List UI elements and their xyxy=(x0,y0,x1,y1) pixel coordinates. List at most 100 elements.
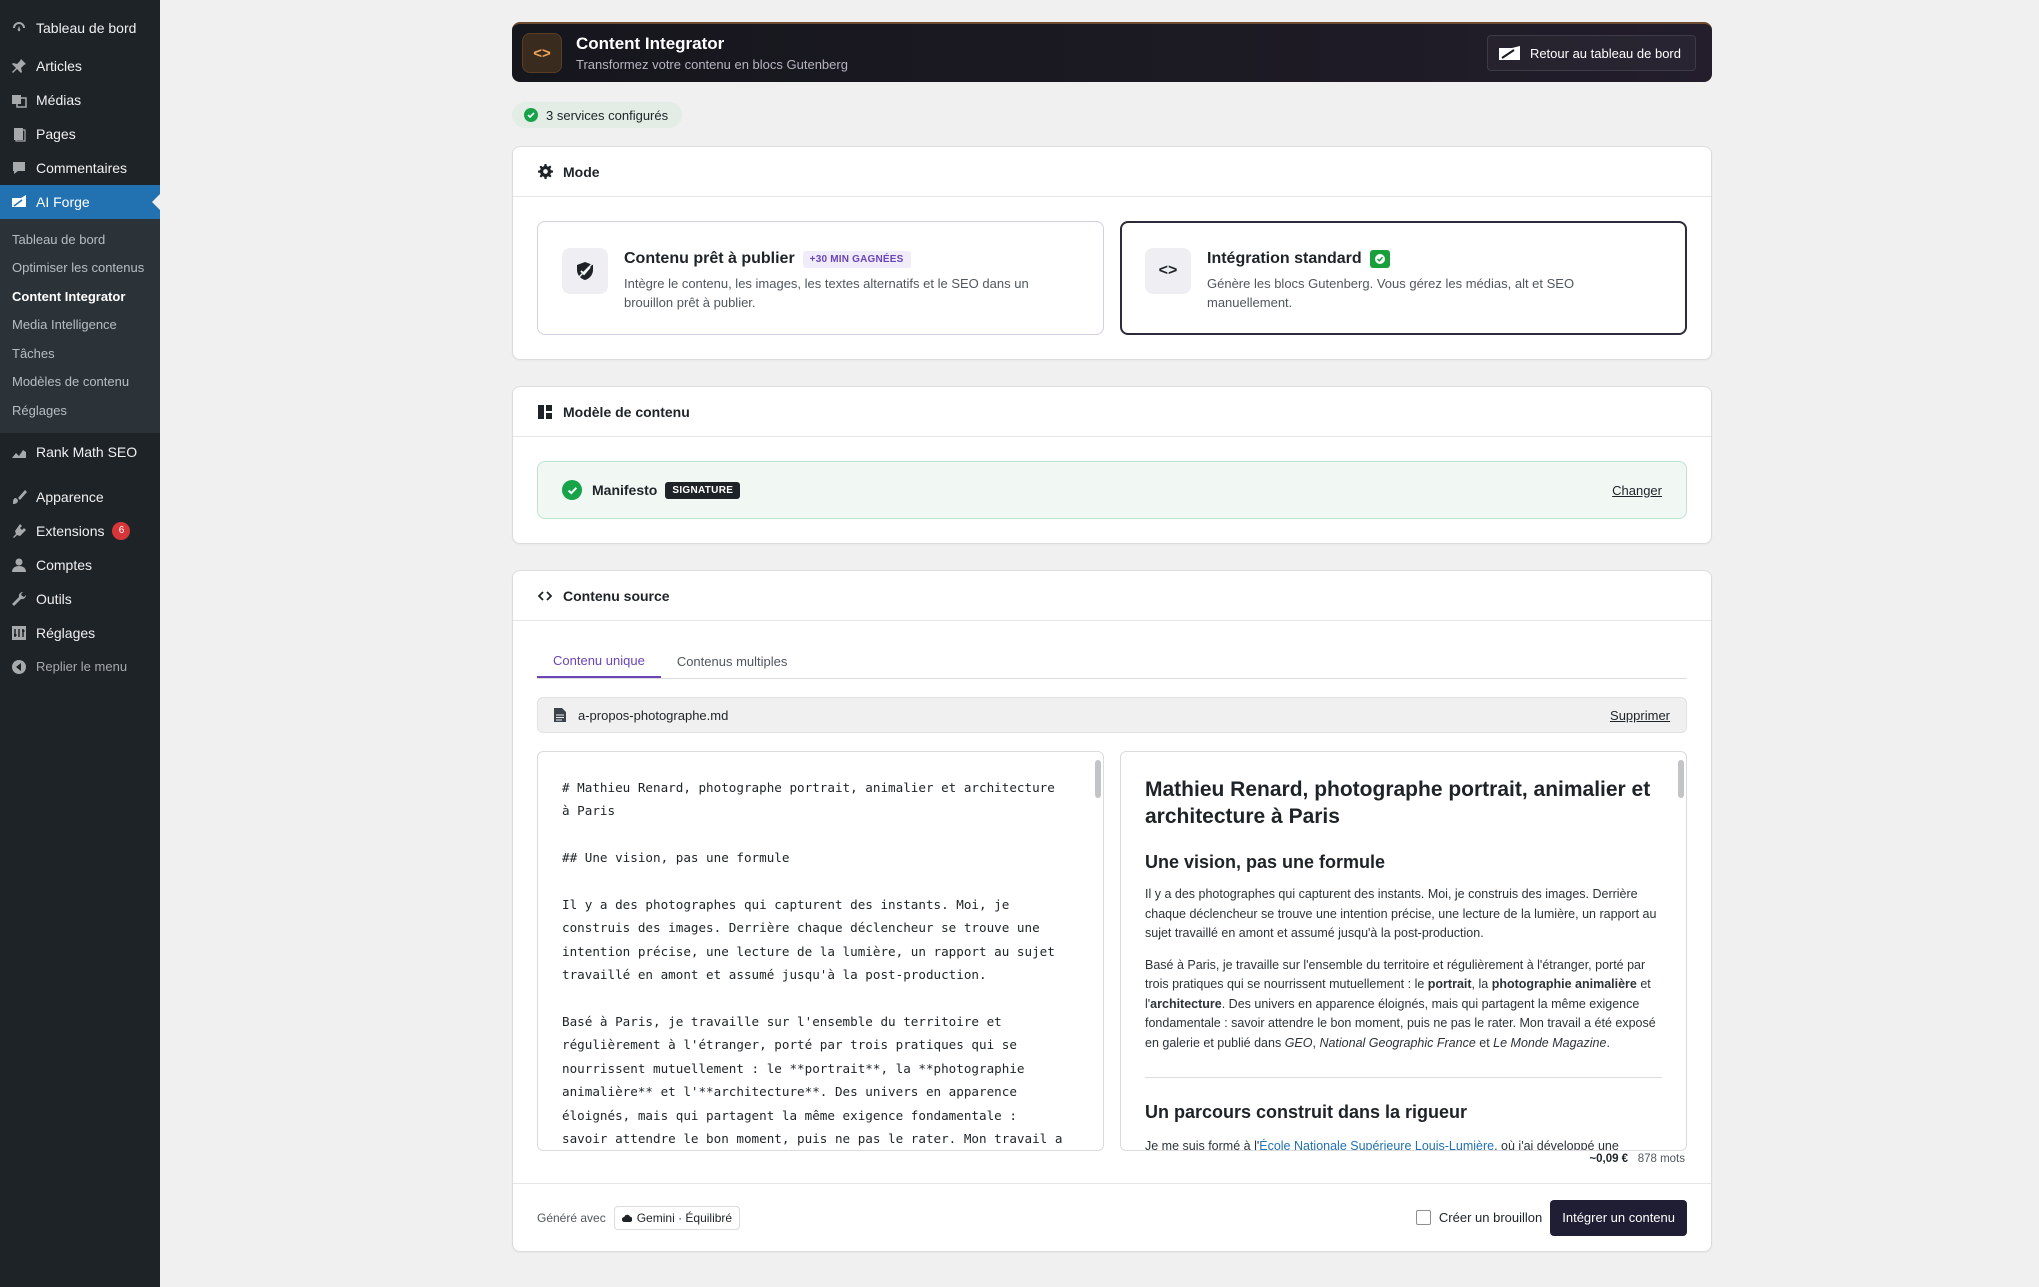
menu-label: Réglages xyxy=(36,624,96,641)
wrench-icon xyxy=(10,590,28,608)
code-icon xyxy=(537,588,553,604)
model-selector[interactable]: Gemini · Équilibré xyxy=(613,1205,741,1230)
preview-divider xyxy=(1145,1077,1662,1078)
pin-icon xyxy=(10,57,28,75)
menu-item-plugins[interactable]: Extensions 6 xyxy=(0,514,160,548)
mode-card-title: Mode xyxy=(563,163,600,180)
check-circle-icon xyxy=(524,108,538,122)
code-icon: <> xyxy=(522,33,562,73)
template-name: Manifesto xyxy=(592,482,658,498)
text: Je me suis formé à l' xyxy=(1145,1139,1260,1151)
tab-single-content[interactable]: Contenu unique xyxy=(537,645,661,678)
menu-item-rank-math[interactable]: Rank Math SEO xyxy=(0,435,160,469)
integrate-content-button[interactable]: Intégrer un contenu xyxy=(1550,1199,1687,1236)
menu-label: AI Forge xyxy=(36,194,90,210)
time-saved-tag: +30 MIN GAGNÉES xyxy=(802,250,911,268)
menu-item-comments[interactable]: Commentaires xyxy=(0,151,160,185)
submenu-media-intelligence[interactable]: Media Intelligence xyxy=(0,311,160,340)
submenu-content-integrator[interactable]: Content Integrator xyxy=(0,282,160,311)
main-content: <> Content Integrator Transformez votre … xyxy=(512,22,1712,1252)
create-draft-checkbox[interactable]: Créer un brouillon xyxy=(1415,1210,1543,1225)
menu-item-users[interactable]: Comptes xyxy=(0,548,160,582)
layout-icon xyxy=(537,404,553,420)
menu-label: Tableau de bord xyxy=(36,20,137,36)
word-count: 878 mots xyxy=(1637,1153,1685,1165)
submenu-settings[interactable]: Réglages xyxy=(0,396,160,425)
menu-label: Outils xyxy=(36,590,72,607)
selected-check-icon xyxy=(1369,250,1390,268)
plugin-icon xyxy=(10,522,28,540)
menu-label: Replier le menu xyxy=(36,659,128,674)
menu-label: Rank Math SEO xyxy=(36,443,138,460)
template-card-body: Manifesto SIGNATURE Changer xyxy=(513,437,1711,543)
change-template-link[interactable]: Changer xyxy=(1612,483,1662,498)
mode-description: Intègre le contenu, les images, les text… xyxy=(624,276,1029,310)
mode-card-body: Contenu prêt à publier +30 MIN GAGNÉES I… xyxy=(513,197,1711,359)
source-scrollbar[interactable] xyxy=(1095,760,1101,798)
menu-item-appearance[interactable]: Apparence xyxy=(0,480,160,514)
check-circle-icon xyxy=(562,480,582,500)
remove-file-link[interactable]: Supprimer xyxy=(1610,708,1670,723)
comment-icon xyxy=(10,159,28,177)
menu-item-settings[interactable]: Réglages xyxy=(0,616,160,650)
submenu-dashboard[interactable]: Tableau de bord xyxy=(0,225,160,254)
menu-label: Commentaires xyxy=(36,160,128,176)
user-icon xyxy=(10,556,28,574)
mode-option-standard[interactable]: <> Intégration standard Génère les blocs… xyxy=(1120,221,1687,335)
cloud-icon xyxy=(621,1214,632,1222)
menu-label: Médias xyxy=(36,92,82,108)
file-name: a-propos-photographe.md xyxy=(578,707,729,723)
mode-option-ready-to-publish[interactable]: Contenu prêt à publier +30 MIN GAGNÉES I… xyxy=(537,221,1104,335)
code-icon: <> xyxy=(1145,248,1191,294)
source-card-title: Contenu source xyxy=(563,587,670,604)
menu-item-dashboard[interactable]: Tableau de bord xyxy=(0,11,160,45)
mode-title-row: Intégration standard xyxy=(1207,248,1662,270)
collapse-menu-button[interactable]: Replier le menu xyxy=(0,650,160,684)
text: et xyxy=(1475,1035,1494,1050)
menu-label: Articles xyxy=(36,58,82,74)
menu-item-media[interactable]: Médias xyxy=(0,83,160,117)
bold-text: portrait xyxy=(1427,977,1472,991)
bold-text: photographie animalière xyxy=(1491,977,1637,991)
menu-item-ai-forge[interactable]: AI Forge xyxy=(0,185,160,219)
text: , la xyxy=(1471,977,1492,991)
dashboard-back-icon xyxy=(1498,46,1520,60)
cost-estimate: ~0,09 € xyxy=(1589,1153,1629,1165)
create-draft-label: Créer un brouillon xyxy=(1438,1210,1543,1225)
updates-count-badge: 6 xyxy=(112,521,131,540)
menu-label: Pages xyxy=(36,126,76,142)
menu-item-pages[interactable]: Pages xyxy=(0,117,160,151)
back-to-dashboard-button[interactable]: Retour au tableau de bord xyxy=(1486,35,1696,71)
menu-item-articles[interactable]: Articles xyxy=(0,49,160,83)
services-status-text: 3 services configurés xyxy=(546,107,669,123)
markdown-source-text[interactable]: # Mathieu Renard, photographe portrait, … xyxy=(538,752,1103,1150)
uploaded-file-bar: a-propos-photographe.md Supprimer xyxy=(537,697,1687,733)
ai-forge-submenu: Tableau de bord Optimiser les contenus C… xyxy=(0,219,160,433)
submenu-templates[interactable]: Modèles de contenu xyxy=(0,368,160,397)
preview-paragraph: Il y a des photographes qui capturent de… xyxy=(1145,887,1657,940)
editor-panes: # Mathieu Renard, photographe portrait, … xyxy=(537,751,1687,1151)
submenu-tasks[interactable]: Tâches xyxy=(0,339,160,368)
text: . xyxy=(1606,1035,1610,1050)
services-status-pill: 3 services configurés xyxy=(512,102,683,128)
markdown-source-pane[interactable]: # Mathieu Renard, photographe portrait, … xyxy=(537,751,1104,1151)
shield-check-icon xyxy=(562,248,608,294)
submenu-optimize[interactable]: Optimiser les contenus xyxy=(0,254,160,283)
menu-label: Extensions xyxy=(36,522,105,539)
italic-text: GEO xyxy=(1284,1035,1313,1050)
content-stats: ~0,09 € 878 mots xyxy=(537,1153,1687,1165)
source-card-body: Contenu unique Contenus multiples a-prop… xyxy=(513,621,1711,1183)
tab-multiple-contents[interactable]: Contenus multiples xyxy=(661,645,804,678)
checkbox-box[interactable] xyxy=(1415,1210,1431,1225)
menu-item-tools[interactable]: Outils xyxy=(0,582,160,616)
template-card-title: Modèle de contenu xyxy=(563,403,690,420)
chart-icon xyxy=(10,443,28,461)
text: , où j'ai développé une xyxy=(1494,1139,1619,1151)
preview-link[interactable]: École Nationale Supérieure Louis-Lumière xyxy=(1259,1139,1494,1150)
preview-scrollbar[interactable] xyxy=(1678,760,1684,798)
page-title: Content Integrator xyxy=(576,34,725,53)
menu-label: Comptes xyxy=(36,556,93,573)
source-content-card: Contenu source Contenu unique Contenus m… xyxy=(512,570,1712,1252)
forge-icon xyxy=(10,193,28,211)
media-icon xyxy=(10,91,28,109)
